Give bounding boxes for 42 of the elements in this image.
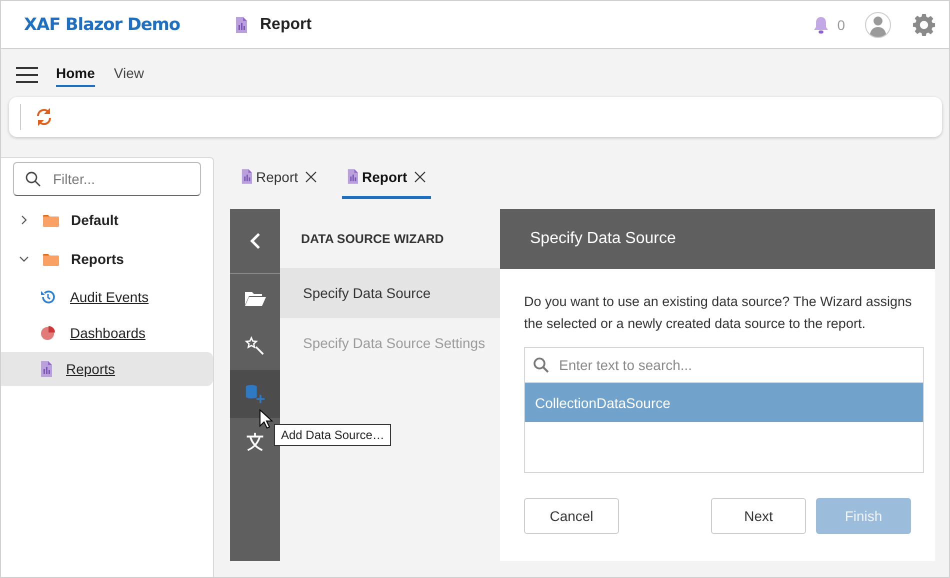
close-icon[interactable]: [305, 170, 318, 182]
group-label[interactable]: Default: [71, 212, 118, 228]
bell-icon[interactable]: [813, 16, 830, 34]
page-title: Report: [260, 16, 312, 34]
report-icon: [235, 16, 247, 32]
avatar[interactable]: [865, 12, 891, 38]
folder-icon: [43, 252, 59, 266]
report-icon: [241, 169, 252, 184]
wizard-title: DATA SOURCE WIZARD: [300, 230, 445, 248]
magic-wand-icon[interactable]: [244, 336, 266, 356]
page-header: Specify Data Source: [500, 209, 935, 269]
refresh-icon[interactable]: [35, 107, 53, 127]
document-tab[interactable]: Report: [236, 157, 322, 199]
notification-count: 0: [837, 16, 845, 32]
wizard-button[interactable]: Next: [711, 498, 806, 534]
mouse-pointer-icon: [259, 409, 273, 429]
app-logo: XAF Blazor Demo: [24, 14, 181, 34]
document-tab[interactable]: Report: [342, 157, 432, 199]
wizard-step[interactable]: Specify Data Source: [280, 268, 500, 318]
tooltip: Add Data Source…: [274, 424, 392, 446]
nav-link[interactable]: Reports: [66, 361, 116, 377]
menu-icon[interactable]: [16, 67, 38, 83]
filter-field[interactable]: Filter...: [13, 162, 201, 196]
history-icon: [40, 289, 56, 305]
description-text: Do you want to use an existing data source? The Wizard assigns the selected or a newly created data source to the report.: [524, 293, 913, 333]
translate-icon[interactable]: [244, 432, 266, 452]
group-label[interactable]: Reports: [71, 251, 124, 267]
chevron-down-icon[interactable]: [19, 254, 29, 264]
wizard-button[interactable]: Cancel: [524, 498, 619, 534]
chevron-right-icon[interactable]: [19, 215, 29, 225]
pie-chart-icon: [40, 325, 56, 341]
folder-icon: [43, 214, 59, 226]
back-icon[interactable]: [249, 232, 261, 250]
search-field[interactable]: Enter text to search...: [524, 347, 924, 383]
ribbon-tab[interactable]: View: [114, 61, 144, 87]
settings-icon[interactable]: [913, 14, 935, 36]
ribbon-tab[interactable]: Home: [56, 61, 95, 87]
report-icon: [40, 361, 52, 377]
nav-link[interactable]: Audit Events: [70, 289, 149, 305]
report-icon: [347, 169, 358, 184]
nav-link[interactable]: Dashboards: [70, 325, 146, 341]
close-icon[interactable]: [414, 170, 426, 182]
